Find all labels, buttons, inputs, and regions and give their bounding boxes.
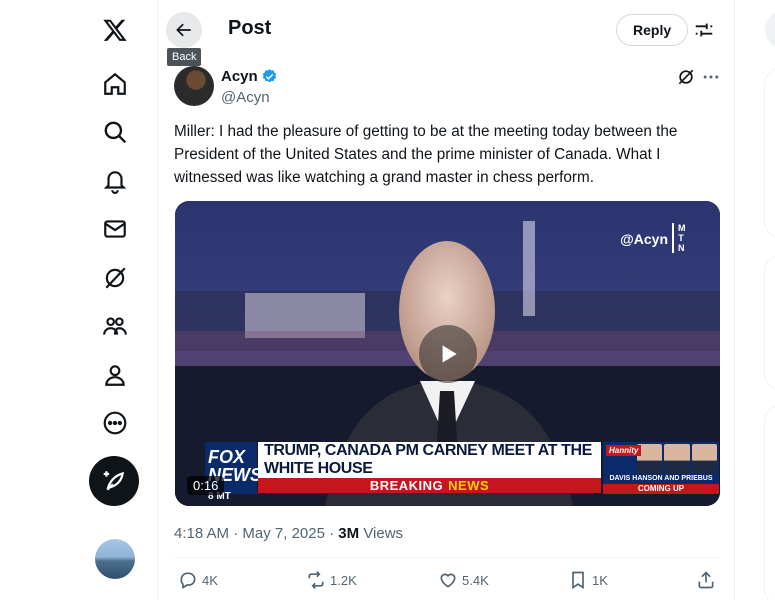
author-handle[interactable]: @Acyn bbox=[221, 89, 270, 106]
right-sidebar-card bbox=[764, 255, 775, 390]
promo-coming-up: COMING UP bbox=[603, 484, 719, 494]
account-avatar[interactable] bbox=[95, 539, 135, 579]
show-promo: Hannity DAVIS HANSON AND PRIEBUS COMING … bbox=[603, 442, 719, 494]
author-name-text[interactable]: Acyn bbox=[221, 68, 258, 85]
repost-count: 1.2K bbox=[330, 572, 357, 588]
post-date[interactable]: May 7, 2025 bbox=[242, 525, 325, 542]
views-label: Views bbox=[363, 525, 404, 542]
breaking-news-bar: BREAKING NEWS bbox=[258, 478, 601, 493]
grok-explain-icon[interactable] bbox=[676, 67, 696, 87]
explore-search-icon[interactable] bbox=[90, 107, 140, 157]
news-chyron: FOX NEWS 8 MT TRUMP, CANADA PM CARNEY ME… bbox=[205, 442, 719, 502]
communities-icon[interactable] bbox=[90, 301, 140, 351]
like-action[interactable]: 5.4K bbox=[438, 570, 489, 590]
verified-badge-icon bbox=[262, 69, 276, 83]
bookmark-icon bbox=[572, 571, 584, 590]
post-actions: 4K 1.2K 5.4K 1K bbox=[158, 570, 736, 598]
page-title: Post bbox=[228, 17, 272, 39]
post-time[interactable]: 4:18 AM bbox=[174, 525, 229, 542]
share-action[interactable] bbox=[696, 570, 716, 590]
main-column: Back Post Reply Acyn @Acyn Miller: I had… bbox=[157, 0, 735, 600]
heart-icon bbox=[440, 573, 456, 588]
home-icon[interactable] bbox=[90, 59, 140, 109]
play-icon bbox=[442, 345, 457, 363]
bookmark-count: 1K bbox=[592, 572, 608, 588]
post-meta: 4:18 AM · May 7, 2025 · 3M Views bbox=[174, 525, 404, 542]
post-text: Miller: I had the pleasure of getting to… bbox=[174, 123, 678, 186]
author-name[interactable]: Acyn bbox=[221, 68, 278, 85]
messages-envelope-icon[interactable] bbox=[90, 204, 140, 254]
promo-faces bbox=[637, 444, 717, 474]
video-watermark: @Acyn bbox=[620, 231, 668, 247]
reply-count: 4K bbox=[202, 572, 218, 588]
x-logo-icon[interactable] bbox=[90, 5, 140, 55]
play-button[interactable] bbox=[419, 325, 477, 383]
share-icon bbox=[698, 571, 714, 589]
repost-icon bbox=[308, 571, 324, 589]
compose-post-button[interactable] bbox=[89, 456, 139, 506]
promo-show: Hannity bbox=[606, 445, 642, 456]
right-search-input[interactable] bbox=[765, 10, 775, 50]
views-count: 3M bbox=[338, 525, 360, 542]
bookmark-action[interactable]: 1K bbox=[568, 570, 608, 590]
profile-icon[interactable] bbox=[90, 350, 140, 400]
breaking-news-label: NEWS bbox=[448, 478, 490, 493]
author-avatar[interactable] bbox=[174, 66, 214, 106]
more-options-icon[interactable] bbox=[90, 398, 140, 448]
notifications-bell-icon[interactable] bbox=[90, 156, 140, 206]
grok-icon[interactable] bbox=[90, 253, 140, 303]
post-header: Back Post Reply bbox=[158, 0, 736, 66]
video-duration: 0:16 bbox=[187, 476, 225, 495]
video-watermark-sub: M T N bbox=[672, 223, 686, 253]
back-tooltip: Back bbox=[167, 48, 202, 66]
like-count: 5.4K bbox=[462, 572, 489, 588]
back-button[interactable] bbox=[166, 12, 202, 48]
reply-button[interactable]: Reply bbox=[616, 14, 689, 46]
post-more-icon[interactable] bbox=[701, 67, 721, 87]
sliders-icon[interactable] bbox=[693, 19, 715, 41]
breaking-label: BREAKING bbox=[369, 478, 444, 493]
feather-plus-icon bbox=[103, 471, 124, 491]
right-sidebar-card bbox=[764, 68, 775, 238]
arrow-left-icon bbox=[176, 23, 191, 37]
left-nav bbox=[0, 0, 157, 600]
right-sidebar-card bbox=[764, 405, 775, 600]
video-player[interactable]: @Acyn M T N FOX NEWS 8 MT TRUMP, CANADA … bbox=[175, 201, 720, 506]
repost-action[interactable]: 1.2K bbox=[306, 570, 357, 590]
reply-bubble-icon bbox=[180, 572, 196, 589]
promo-names: DAVIS HANSON AND PRIEBUS bbox=[609, 475, 713, 482]
divider bbox=[174, 557, 720, 558]
reply-action[interactable]: 4K bbox=[178, 570, 218, 590]
chyron-headline: TRUMP, CANADA PM CARNEY MEET AT THE WHIT… bbox=[258, 442, 601, 478]
